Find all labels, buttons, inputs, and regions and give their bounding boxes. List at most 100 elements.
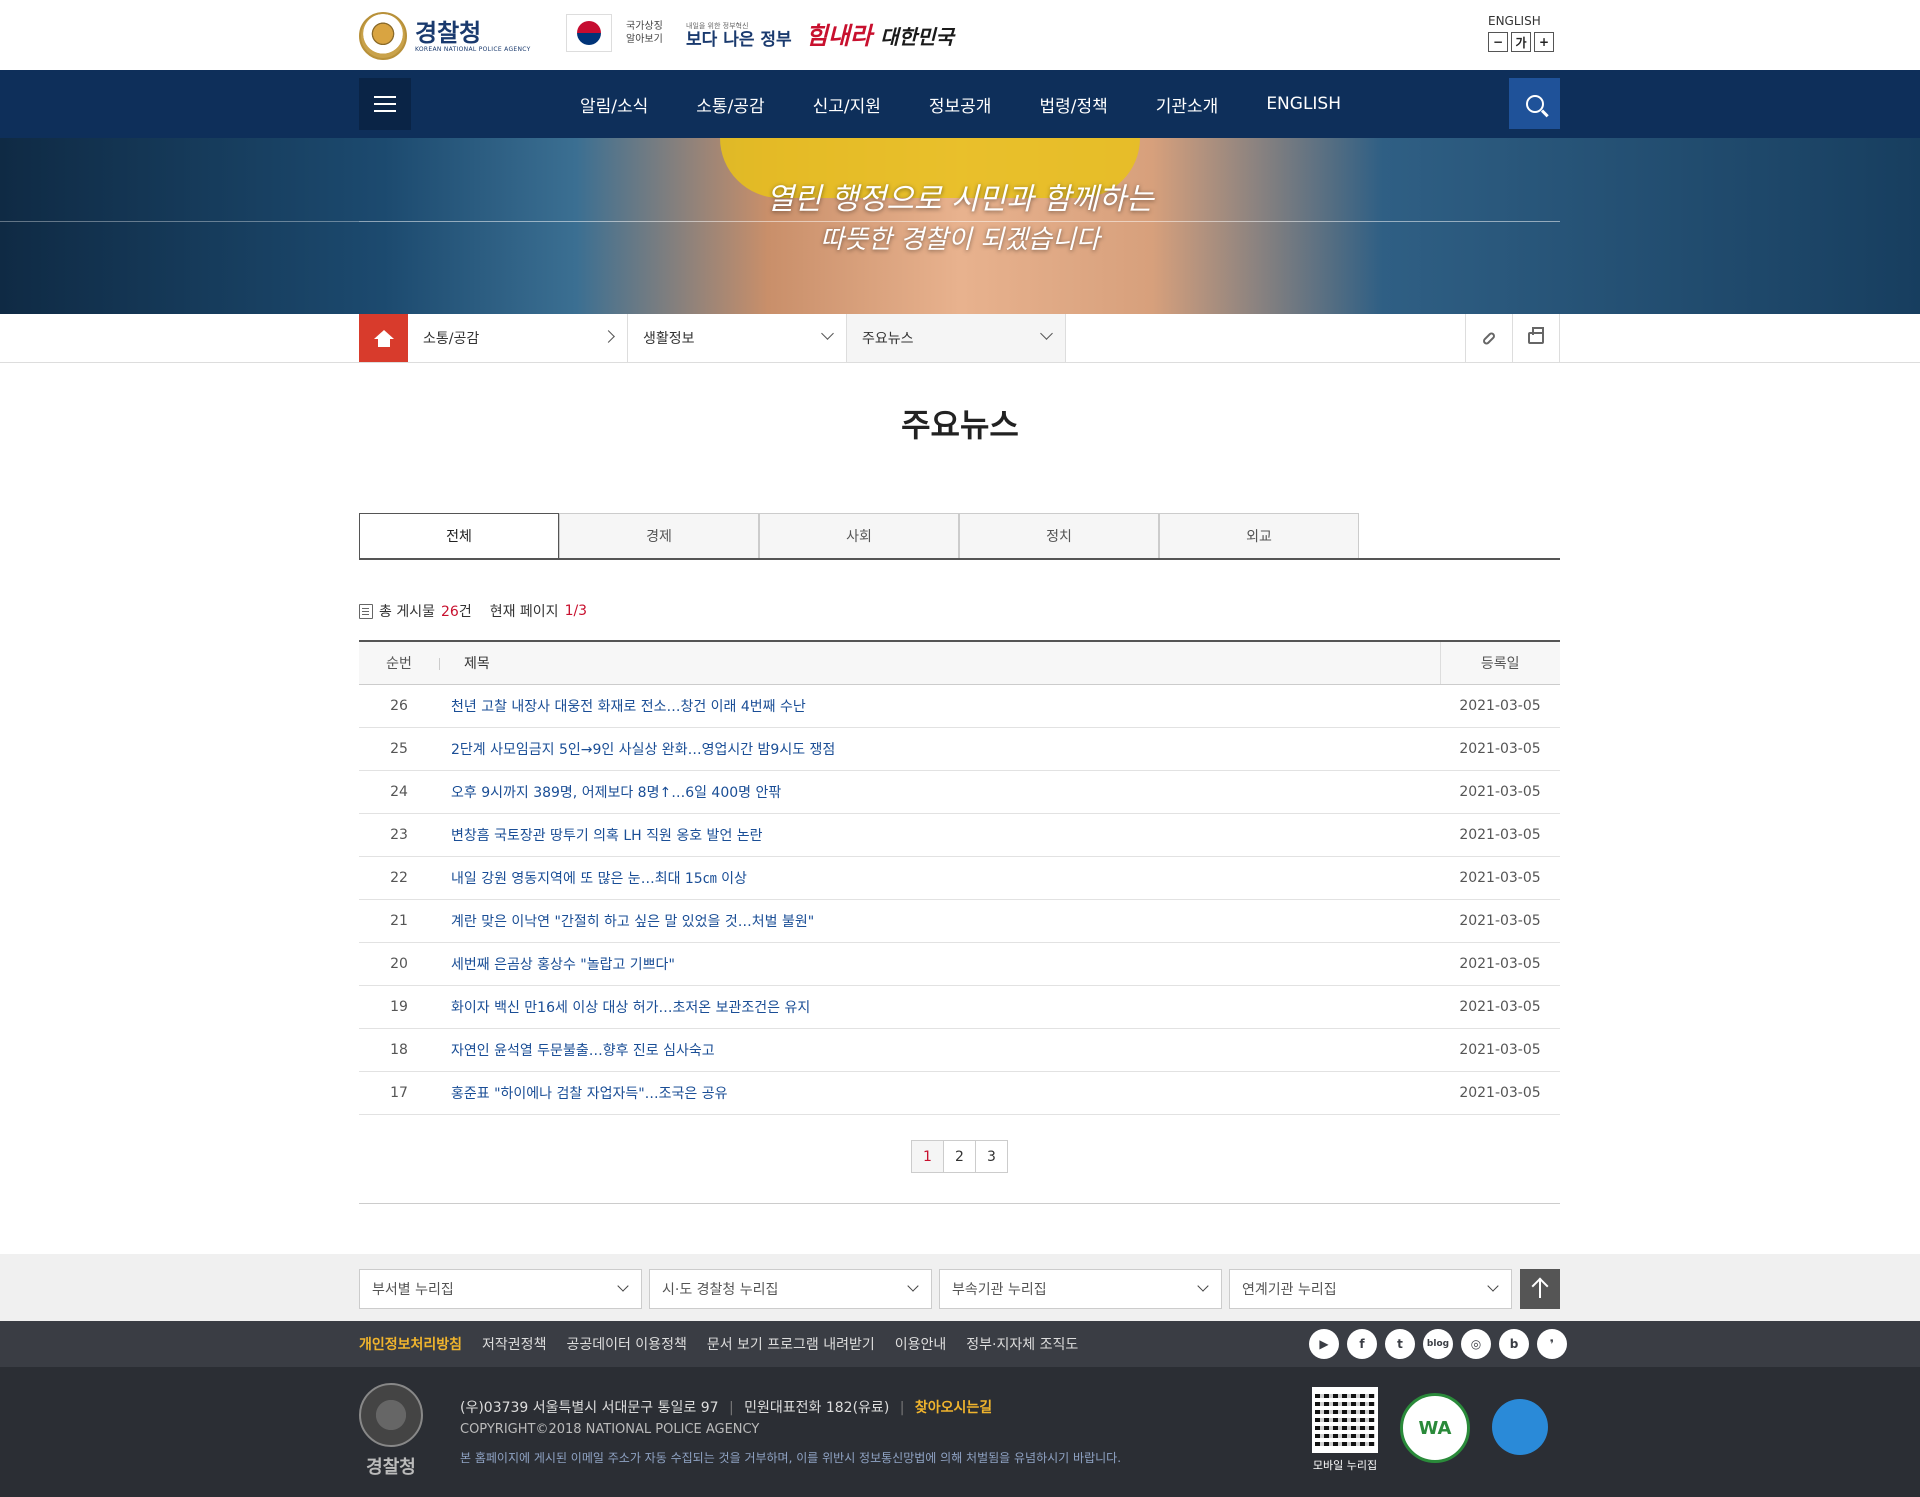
font-increase-button[interactable]: +: [1534, 32, 1554, 52]
share-link-button[interactable]: [1465, 314, 1512, 362]
home-icon: [373, 329, 394, 347]
row-subject-link[interactable]: 변창흠 국토장관 땅투기 의혹 LH 직원 옹호 발언 논란: [439, 813, 1440, 857]
row-date: 2021-03-05: [1440, 985, 1560, 1029]
row-no: 23: [359, 813, 439, 857]
linked-sites-select[interactable]: 연계기관 누리집: [1229, 1269, 1512, 1309]
row-date: 2021-03-05: [1440, 1071, 1560, 1115]
page-label: 현재 페이지: [489, 604, 559, 620]
row-date: 2021-03-05: [1440, 1028, 1560, 1072]
page-1-button[interactable]: 1: [911, 1140, 944, 1173]
row-no: 24: [359, 770, 439, 814]
row-subject-link[interactable]: 화이자 백신 만16세 이상 대상 허가…초저온 보관조건은 유지: [439, 985, 1440, 1029]
gnb-item-communication[interactable]: 소통/공감: [672, 92, 788, 117]
search-button[interactable]: [1509, 78, 1560, 129]
national-symbol-link[interactable]: 국가상징 알아보기: [626, 20, 672, 46]
news-table: 순번 제목 등록일 26 천년 고찰 내장사 대웅전 화재로 전소…창건 이래 4…: [359, 640, 1560, 1115]
regional-police-sites-select[interactable]: 시·도 경찰청 누리집: [649, 1269, 932, 1309]
public-data-policy-link[interactable]: 공공데이터 이용정책: [566, 1334, 686, 1354]
national-flag-icon[interactable]: [566, 14, 612, 52]
kakao-story-icon[interactable]: ❜: [1537, 1329, 1567, 1359]
chevron-down-icon: [1197, 1280, 1209, 1292]
english-link[interactable]: ENGLISH: [1488, 14, 1560, 28]
breadcrumb-level-3[interactable]: 주요뉴스: [847, 314, 1066, 362]
row-subject-link[interactable]: 홍준표 "하이에나 검찰 자업자득"…조국은 공유: [439, 1071, 1440, 1115]
footer-copyright: COPYRIGHT©2018 NATIONAL POLICE AGENCY: [460, 1422, 760, 1437]
directions-link[interactable]: 찾아오시는길: [915, 1400, 992, 1416]
font-reset-button[interactable]: 가: [1511, 32, 1531, 52]
blog-icon[interactable]: blog: [1423, 1329, 1453, 1359]
row-date: 2021-03-05: [1440, 899, 1560, 943]
row-subject-link[interactable]: 천년 고찰 내장사 대웅전 화재로 전소…창건 이래 4번째 수난: [439, 684, 1440, 728]
org-chart-link[interactable]: 정부·지자체 조직도: [966, 1334, 1078, 1354]
table-row: 25 2단계 사모임금지 5인→9인 사실상 완화…영업시간 밤9시도 쟁점 202…: [359, 727, 1560, 771]
divider: [359, 1203, 1560, 1204]
tab-diplomacy[interactable]: 외교: [1159, 513, 1359, 558]
chevron-down-icon: [821, 327, 834, 340]
row-subject-link[interactable]: 2단계 사모임금지 5인→9인 사실상 완화…영업시간 밤9시도 쟁점: [439, 727, 1440, 771]
breadcrumb-level-2[interactable]: 생활정보: [628, 314, 847, 362]
viewer-download-link[interactable]: 문서 보기 프로그램 내려받기: [707, 1334, 875, 1354]
font-decrease-button[interactable]: −: [1488, 32, 1508, 52]
gov-banner-main: 보다 나은 정부: [686, 30, 792, 50]
better-government-banner[interactable]: 내일을 위한 정부혁신 보다 나은 정부: [686, 19, 792, 50]
privacy-policy-link[interactable]: 개인정보처리방침: [359, 1334, 462, 1354]
search-icon: [1525, 94, 1544, 113]
mobile-site-qr[interactable]: 모바일 누리집: [1312, 1387, 1378, 1473]
copyright-policy-link[interactable]: 저작권정책: [482, 1334, 546, 1354]
category-tabs: 전체 경제 사회 정치 외교: [359, 513, 1560, 560]
total-label: 총 게시물: [379, 604, 435, 620]
tab-economy[interactable]: 경제: [559, 513, 759, 558]
twitter-icon[interactable]: t: [1385, 1329, 1415, 1359]
row-no: 22: [359, 856, 439, 900]
hero-banner: 열린 행정으로 시민과 함께하는 따뜻한 경찰이 되겠습니다: [0, 138, 1920, 314]
gnb-item-news[interactable]: 알림/소식: [556, 92, 672, 117]
gnb-item-disclosure[interactable]: 정보공개: [905, 92, 1016, 117]
link-icon: [1481, 330, 1497, 346]
row-subject-link[interactable]: 자연인 윤석열 두문불출…향후 진로 심사숙고: [439, 1028, 1440, 1072]
footer-info: (우)03739 서울특별시 서대문구 통일로 97 | 민원대표전화 182(…: [460, 1397, 1121, 1469]
main-navigation: 알림/소식 소통/공감 신고/지원 정보공개 법령/정책 기관소개 ENGLIS…: [0, 70, 1920, 138]
web-accessibility-mark[interactable]: WA: [1400, 1393, 1470, 1463]
footer: 경찰청 (우)03739 서울특별시 서대문구 통일로 97 | 민원대표전화 …: [0, 1367, 1920, 1497]
print-icon: [1528, 327, 1544, 344]
breadcrumb-level-1[interactable]: 소통/공감: [408, 314, 628, 362]
row-subject-link[interactable]: 오후 9시까지 389명, 어제보다 8명↑…6일 400명 안팎: [439, 770, 1440, 814]
slogan-banner[interactable]: 힘내라 대한민국: [806, 16, 954, 51]
header-subject: 제목: [439, 641, 1440, 685]
page-3-button[interactable]: 3: [975, 1140, 1008, 1173]
row-subject-link[interactable]: 세번째 은곰상 홍상수 "놀랍고 기쁘다": [439, 942, 1440, 986]
tab-politics[interactable]: 정치: [959, 513, 1159, 558]
row-subject-link[interactable]: 내일 강원 영동지역에 또 많은 눈…최대 15㎝ 이상: [439, 856, 1440, 900]
affiliated-sites-select[interactable]: 부속기관 누리집: [939, 1269, 1222, 1309]
page-title: 주요뉴스: [901, 406, 1019, 444]
pagination: 1 2 3: [0, 1140, 1920, 1173]
table-row: 24 오후 9시까지 389명, 어제보다 8명↑…6일 400명 안팎 2021-…: [359, 770, 1560, 814]
band-icon[interactable]: b: [1499, 1329, 1529, 1359]
slogan-red: 힘내라: [805, 20, 872, 50]
row-date: 2021-03-05: [1440, 770, 1560, 814]
department-sites-select[interactable]: 부서별 누리집: [359, 1269, 642, 1309]
facebook-icon[interactable]: f: [1347, 1329, 1377, 1359]
tab-all[interactable]: 전체: [359, 513, 559, 558]
tab-society[interactable]: 사회: [759, 513, 959, 558]
site-logo[interactable]: 경찰청 KOREAN NATIONAL POLICE AGENCY: [359, 12, 531, 60]
usage-guide-link[interactable]: 이용안내: [895, 1334, 947, 1354]
youtube-icon[interactable]: ▶: [1309, 1329, 1339, 1359]
breadcrumb-level-3-label: 주요뉴스: [862, 331, 914, 347]
gnb-item-english[interactable]: ENGLISH: [1242, 94, 1365, 114]
row-subject-link[interactable]: 계란 맞은 이낙연 "간절히 하고 싶은 말 있었을 것…처벌 불원": [439, 899, 1440, 943]
gnb-item-report[interactable]: 신고/지원: [789, 92, 905, 117]
print-button[interactable]: [1512, 314, 1560, 362]
footer-links-bar: 개인정보처리방침 저작권정책 공공데이터 이용정책 문서 보기 프로그램 내려받…: [0, 1321, 1920, 1367]
privacy-mark-icon[interactable]: [1492, 1399, 1548, 1455]
page-2-button[interactable]: 2: [943, 1140, 976, 1173]
all-menu-button[interactable]: [359, 78, 411, 130]
gnb-item-law[interactable]: 법령/정책: [1015, 92, 1131, 117]
total-count: 26: [440, 604, 459, 620]
home-button[interactable]: [359, 314, 408, 362]
instagram-icon[interactable]: ◎: [1461, 1329, 1491, 1359]
scroll-top-button[interactable]: [1520, 1269, 1560, 1309]
gnb-item-about[interactable]: 기관소개: [1132, 92, 1243, 117]
chevron-down-icon: [907, 1280, 919, 1292]
related-sites-bar: 부서별 누리집 시·도 경찰청 누리집 부속기관 누리집 연계기관 누리집: [0, 1254, 1920, 1321]
